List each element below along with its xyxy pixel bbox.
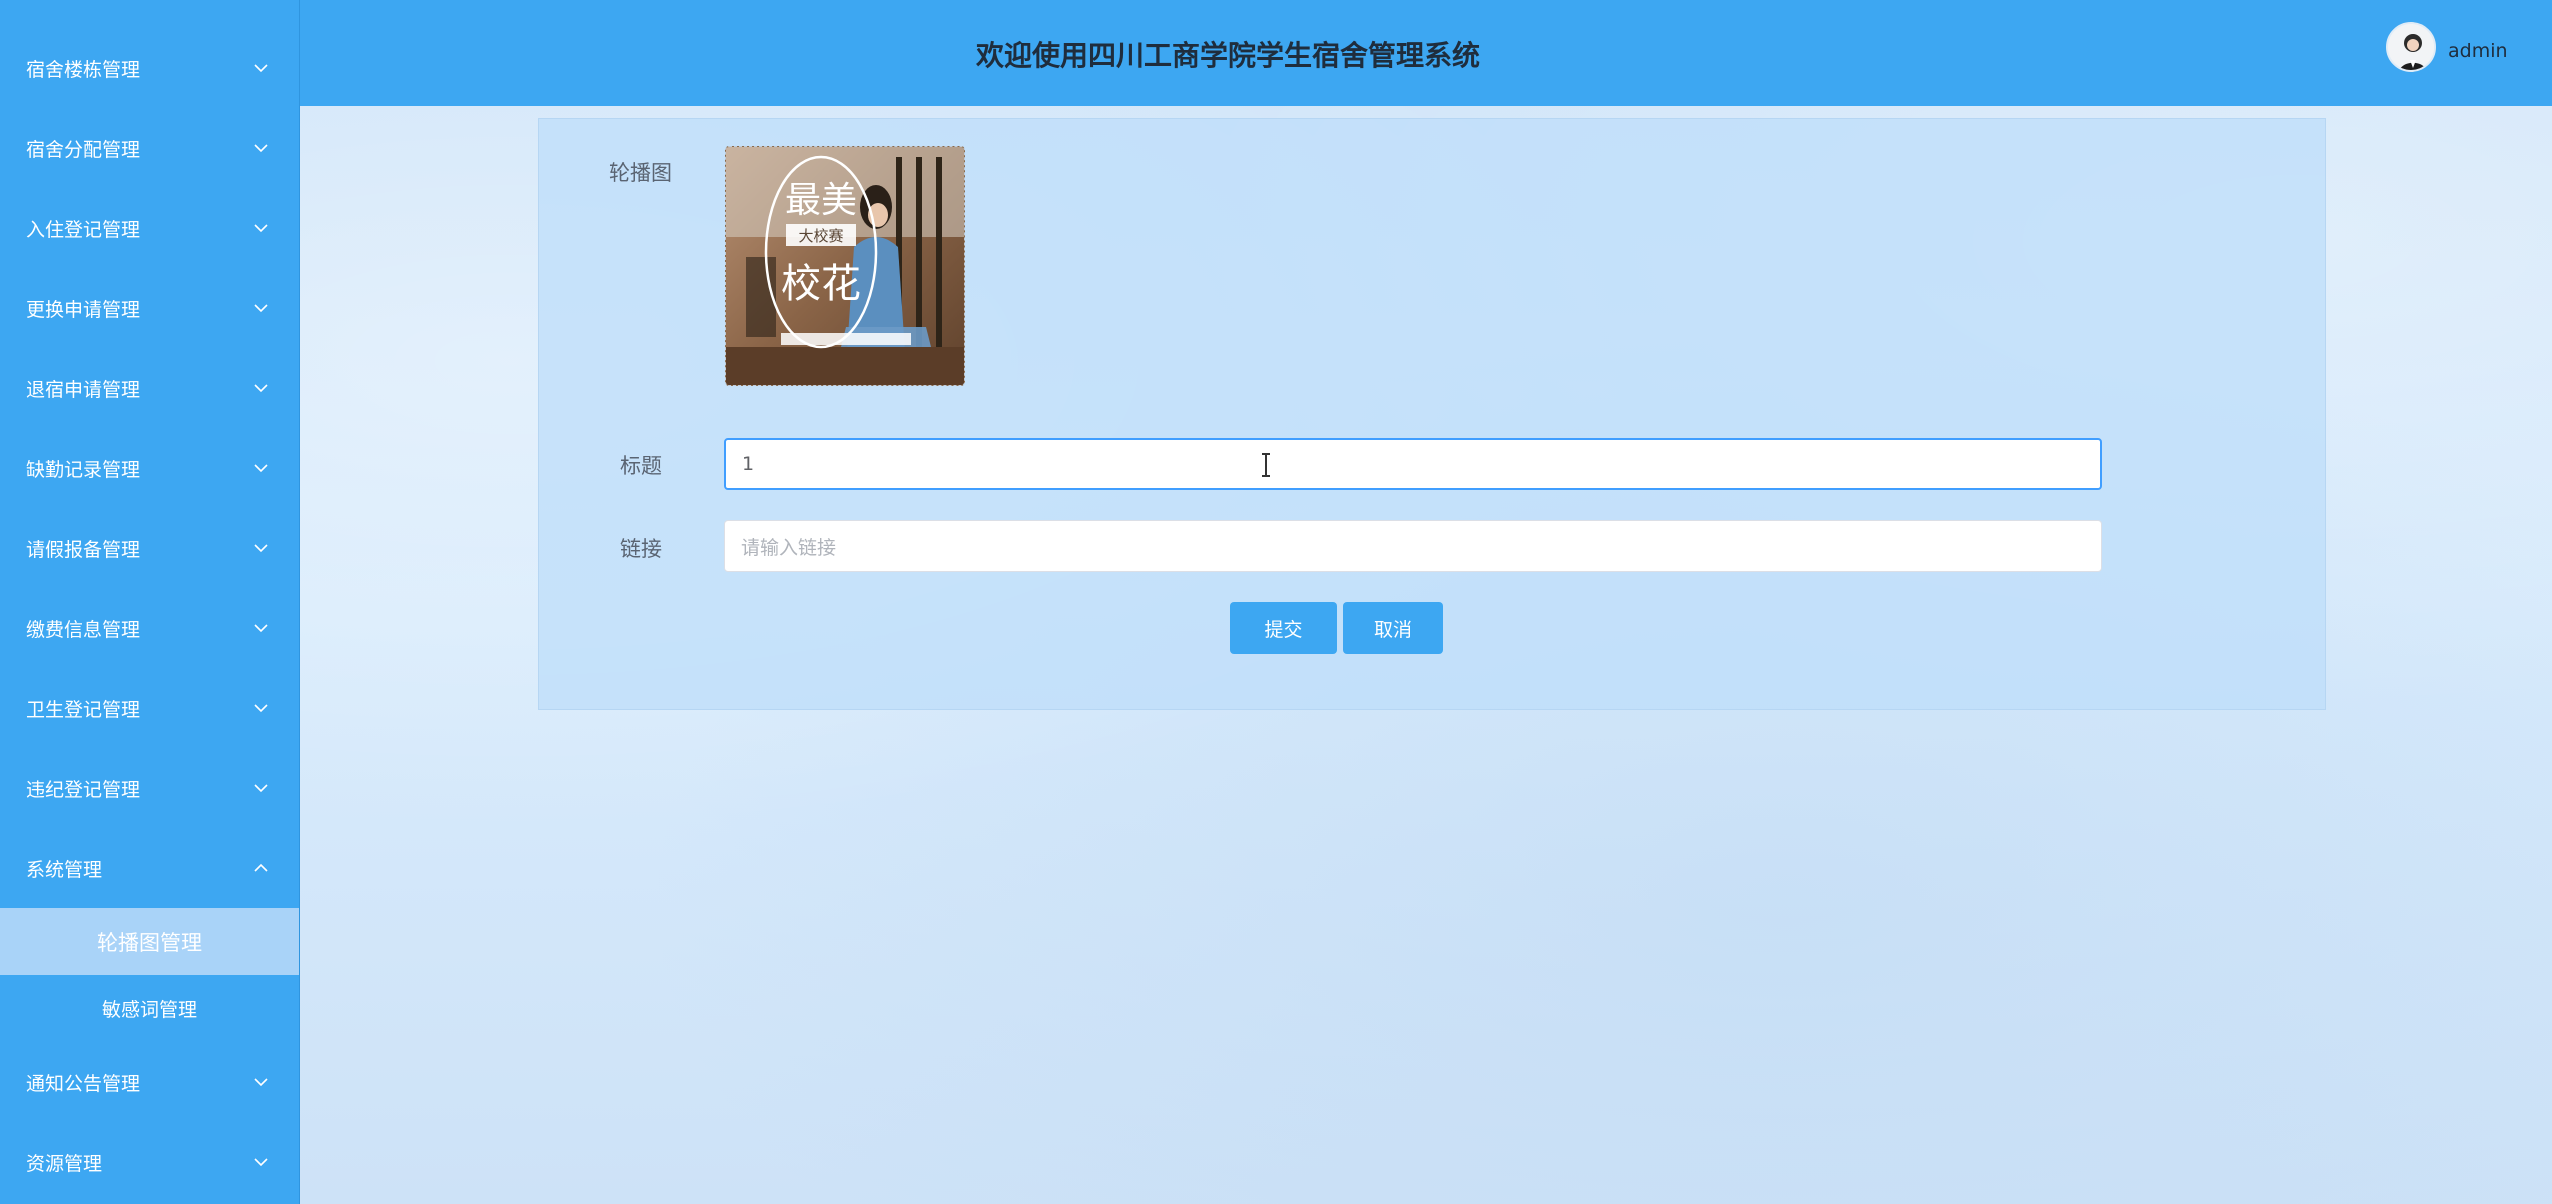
sidebar-item-checkout-request[interactable]: 退宿申请管理 [0, 348, 299, 428]
chevron-down-icon [249, 776, 273, 800]
sidebar-item-absence[interactable]: 缺勤记录管理 [0, 428, 299, 508]
chevron-down-icon [249, 216, 273, 240]
chevron-down-icon [249, 296, 273, 320]
sidebar-item-label: 更换申请管理 [26, 298, 141, 321]
sidebar-item-change-request[interactable]: 更换申请管理 [0, 268, 299, 348]
sidebar-item-label: 通知公告管理 [26, 1072, 141, 1095]
sidebar-item-resource[interactable]: 资源管理 [0, 1122, 299, 1202]
title-input[interactable]: 1 [724, 438, 2102, 490]
chevron-down-icon [249, 376, 273, 400]
chevron-down-icon [249, 616, 273, 640]
sidebar-item-system[interactable]: 系统管理 [0, 828, 299, 908]
link-input[interactable]: 请输入链接 [724, 520, 2102, 572]
submenu-item-label: 轮播图管理 [97, 930, 202, 955]
user-avatar-icon [2388, 24, 2434, 70]
chevron-down-icon [249, 696, 273, 720]
avatar[interactable] [2386, 22, 2436, 72]
title-label: 标题 [620, 454, 662, 478]
link-label: 链接 [620, 537, 662, 561]
chevron-down-icon [249, 456, 273, 480]
sidebar-item-label: 宿舍楼栋管理 [26, 58, 141, 81]
chevron-down-icon [249, 536, 273, 560]
banner-text-top: 最美 [785, 180, 857, 221]
cancel-button[interactable]: 取消 [1343, 602, 1443, 654]
banner-text-middle: 大校赛 [798, 227, 843, 245]
sidebar-item-label: 缴费信息管理 [26, 618, 141, 641]
sidebar-item-label: 资源管理 [26, 1152, 103, 1175]
banner-image: 最美 大校赛 校花 [726, 147, 964, 385]
sidebar-item-payment[interactable]: 缴费信息管理 [0, 588, 299, 668]
sidebar-item-label: 入住登记管理 [26, 218, 141, 241]
sidebar-item-label: 宿舍分配管理 [26, 138, 141, 161]
text-cursor-icon [1262, 453, 1270, 477]
sidebar-item-label: 请假报备管理 [26, 538, 141, 561]
banner-label: 轮播图 [609, 161, 672, 185]
sidebar-item-discipline[interactable]: 违纪登记管理 [0, 748, 299, 828]
banner-image-uploader[interactable]: 最美 大校赛 校花 [725, 146, 965, 386]
submit-button[interactable]: 提交 [1230, 602, 1337, 654]
sidebar-item-checkin[interactable]: 入住登记管理 [0, 188, 299, 268]
chevron-down-icon [249, 136, 273, 160]
chevron-down-icon [249, 1070, 273, 1094]
sidebar-item-dorm-building[interactable]: 宿舍楼栋管理 [0, 28, 299, 108]
sidebar-item-label: 缺勤记录管理 [26, 458, 141, 481]
banner-text-bottom: 校花 [781, 261, 861, 307]
top-header: 欢迎使用四川工商学院学生宿舍管理系统 admin [300, 0, 2552, 106]
chevron-down-icon [249, 56, 273, 80]
sidebar-item-dorm-allocation[interactable]: 宿舍分配管理 [0, 108, 299, 188]
sidebar-item-hygiene[interactable]: 卫生登记管理 [0, 668, 299, 748]
username[interactable]: admin [2448, 40, 2508, 62]
sidebar-item-label: 系统管理 [26, 858, 103, 881]
chevron-down-icon [249, 1150, 273, 1174]
sidebar-item-label: 卫生登记管理 [26, 698, 141, 721]
sidebar-item-label: 违纪登记管理 [26, 778, 141, 801]
page-title: 欢迎使用四川工商学院学生宿舍管理系统 [976, 39, 1481, 72]
submenu-item-sensitive-words[interactable]: 敏感词管理 [0, 975, 299, 1042]
chevron-up-icon [249, 856, 273, 880]
sidebar-item-leave[interactable]: 请假报备管理 [0, 508, 299, 588]
sidebar-item-notice[interactable]: 通知公告管理 [0, 1042, 299, 1122]
submenu-item-label: 敏感词管理 [101, 999, 197, 1021]
title-input-value: 1 [742, 453, 755, 475]
submenu-item-banner[interactable]: 轮播图管理 [0, 908, 299, 975]
sidebar: 宿舍楼栋管理 宿舍分配管理 入住登记管理 更换申请管理 退宿申请管理 缺勤记录管… [0, 0, 300, 1204]
link-input-placeholder: 请输入链接 [741, 536, 837, 559]
sidebar-item-label: 退宿申请管理 [26, 378, 141, 401]
